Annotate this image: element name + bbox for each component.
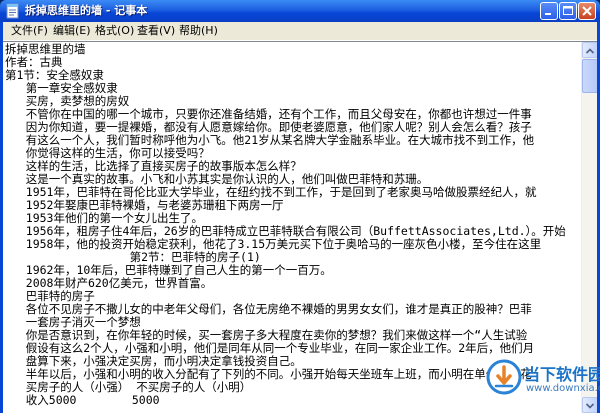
text-line: 这是一个真实的故事。小飞和小苏其实是你认识的人，他们叫做巴菲特和苏珊。 bbox=[5, 172, 429, 186]
text-line: 不管你在中国的哪一个城市，只要你还准备结婚，还有个工作，而且父母安在，你都也许想… bbox=[5, 107, 532, 121]
text-line: 第1节：安全感奴隶 bbox=[5, 68, 104, 82]
text-line: 这样的生活，比选择了直接买房子的故事版本怎么样？ bbox=[5, 159, 302, 173]
menu-file[interactable]: 文件(F) bbox=[7, 24, 52, 38]
text-line: 第2节：巴菲特的房子(1) bbox=[5, 250, 261, 264]
close-button[interactable] bbox=[578, 2, 596, 20]
text-line: 因为你知道，要一提裸婚，都没有人愿意嫁给你。即使老婆愿意，他们家人呢？别人会怎么… bbox=[5, 120, 532, 134]
text-line: 作者：古典 bbox=[5, 55, 63, 69]
scroll-thumb[interactable] bbox=[582, 59, 597, 93]
menu-help[interactable]: 帮助(H) bbox=[175, 24, 222, 38]
text-line: 2008年财产620亿美元，世界首富。 bbox=[5, 276, 213, 290]
arrow-up-icon bbox=[585, 48, 595, 54]
text-line: 1951年，巴菲特在哥伦比亚大学毕业，在纽约找不到工作，于是回到了老家奥马哈做股… bbox=[5, 185, 537, 199]
text-line: 各位不见房子不撒儿女的中老年父母们，各位无房绝不裸婚的男男女女们，谁才是真正的股… bbox=[5, 302, 532, 316]
menu-bar: 文件(F) 编辑(E) 格式(O) 查看(V) 帮助(H) bbox=[3, 22, 597, 41]
text-line: 买房，卖梦想的房奴 bbox=[5, 94, 130, 108]
menu-view[interactable]: 查看(V) bbox=[133, 24, 179, 38]
maximize-button[interactable] bbox=[559, 2, 577, 20]
text-line: 收入5000 5000 bbox=[5, 393, 160, 407]
text-line: 你觉得这样的生活，你可以接受吗？ bbox=[5, 146, 210, 160]
text-line: 盘算下来，小强决定买房，而小明决定拿钱投资自己。 bbox=[5, 354, 302, 368]
scroll-up-button[interactable] bbox=[582, 42, 597, 58]
menu-edit[interactable]: 编辑(E) bbox=[49, 24, 95, 38]
downxia-logo-icon bbox=[486, 359, 522, 395]
watermark: 当下软件园 www.downxia.com bbox=[486, 355, 600, 409]
text-line: 1962年，10年后，巴菲特赚到了自己人生的第一个一百万。 bbox=[5, 263, 332, 277]
notepad-app-icon[interactable] bbox=[5, 3, 21, 19]
text-line: 假设有这么2个人，小强和小明，他们是同年从同一个专业毕业，在同一家企业工作。2年… bbox=[5, 341, 535, 355]
text-line: 第一章安全感奴隶 bbox=[5, 81, 118, 95]
text-line: 1952年娶康巴菲特裸婚，与老婆苏珊租下两房一厅 bbox=[5, 198, 284, 212]
window-title: 拆掉思维里的墙 - 记事本 bbox=[25, 4, 148, 17]
text-line: 拆掉思维里的墙 bbox=[5, 43, 86, 56]
menu-format[interactable]: 格式(O) bbox=[91, 24, 138, 38]
text-line: 1953年他们的第一个女儿出生了。 bbox=[5, 211, 203, 225]
text-line: 一套房子消灭一个梦想 bbox=[5, 315, 141, 329]
text-line: 巴菲特的房子 bbox=[5, 289, 95, 303]
text-line: 你是否意识到，在你年轻的时候，买一套房子多大程度在卖你的梦想？我们来做这样一个“… bbox=[5, 328, 528, 342]
text-line: 买房子的人（小强） 不买房子的人（小明） bbox=[5, 380, 252, 394]
watermark-title: 当下软件园 bbox=[524, 365, 600, 384]
minimize-icon bbox=[545, 13, 551, 15]
text-line: 1958年，他的投资开始稳定获利，他花了3.15万美元买下位于奥哈马的一座灰色小… bbox=[5, 237, 542, 251]
notepad-window: 拆掉思维里的墙 - 记事本 文件(F) 编辑(E) 格式(O) 查看(V) 帮助… bbox=[0, 0, 600, 413]
text-line: 1956年，租房子住4年后，26岁的巴菲特成立巴菲特联合有限公司（Buffett… bbox=[5, 224, 566, 238]
title-bar[interactable]: 拆掉思维里的墙 - 记事本 bbox=[0, 0, 600, 22]
text-line: 半年以后，小强和小明的收入分配有了下列的不同。小强开始每天坐班车上班，而小明在单… bbox=[5, 367, 532, 381]
close-icon bbox=[582, 6, 592, 16]
text-line: 有这么一个人，我们暂时称呼他为小飞。他21岁从某名牌大学金融系毕业。在大城市找不… bbox=[5, 133, 535, 147]
watermark-url: www.downxia.com bbox=[526, 383, 600, 394]
maximize-icon bbox=[563, 6, 573, 15]
minimize-button[interactable] bbox=[540, 2, 558, 20]
